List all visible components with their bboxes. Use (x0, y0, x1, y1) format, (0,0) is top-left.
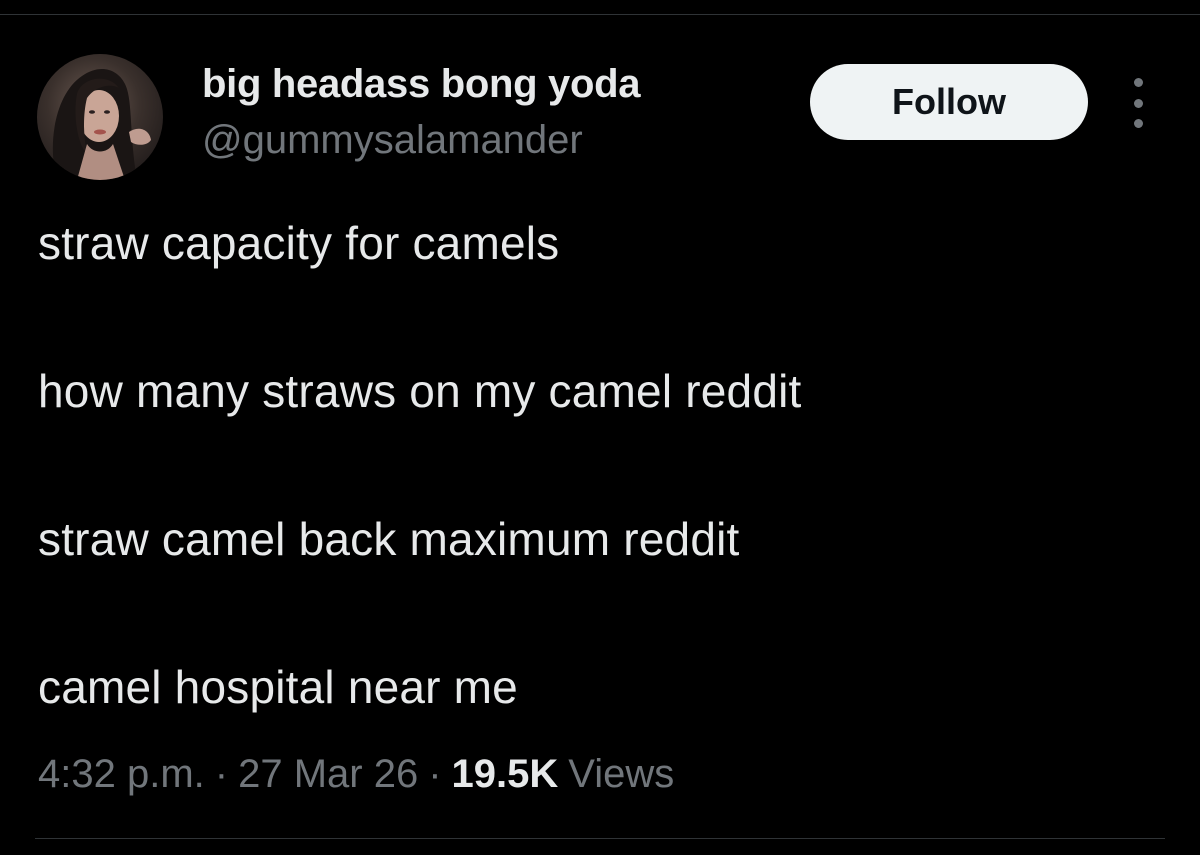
top-divider (0, 14, 1200, 15)
avatar-portrait-icon (52, 69, 151, 180)
more-dot (1133, 98, 1143, 108)
more-dot (1133, 119, 1143, 128)
tweet-text-line: straw capacity for camels (38, 217, 560, 269)
views-count[interactable]: 19.5K (452, 752, 559, 797)
more-vertical-icon[interactable] (1118, 78, 1158, 128)
tweet-meta: 4:32 p.m. · 27 Mar 26 · 19.5K Views (38, 752, 674, 797)
tweet-text-line: how many straws on my camel reddit (38, 365, 802, 417)
more-dot (1133, 78, 1143, 87)
author-handle[interactable]: @gummysalamander (202, 118, 583, 163)
views-label[interactable]: Views (568, 752, 674, 797)
tweet-text-line: camel hospital near me (38, 661, 518, 713)
meta-separator: · (214, 752, 229, 796)
meta-separator: · (428, 752, 442, 796)
follow-button[interactable]: Follow (810, 64, 1088, 140)
tweet-date[interactable]: 27 Mar 26 (238, 752, 418, 797)
avatar[interactable] (37, 54, 163, 180)
tweet-time[interactable]: 4:32 p.m. (38, 752, 205, 797)
bottom-divider (35, 838, 1165, 839)
tweet-text-line: straw camel back maximum reddit (38, 513, 740, 565)
author-display-name[interactable]: big headass bong yoda (202, 62, 641, 107)
